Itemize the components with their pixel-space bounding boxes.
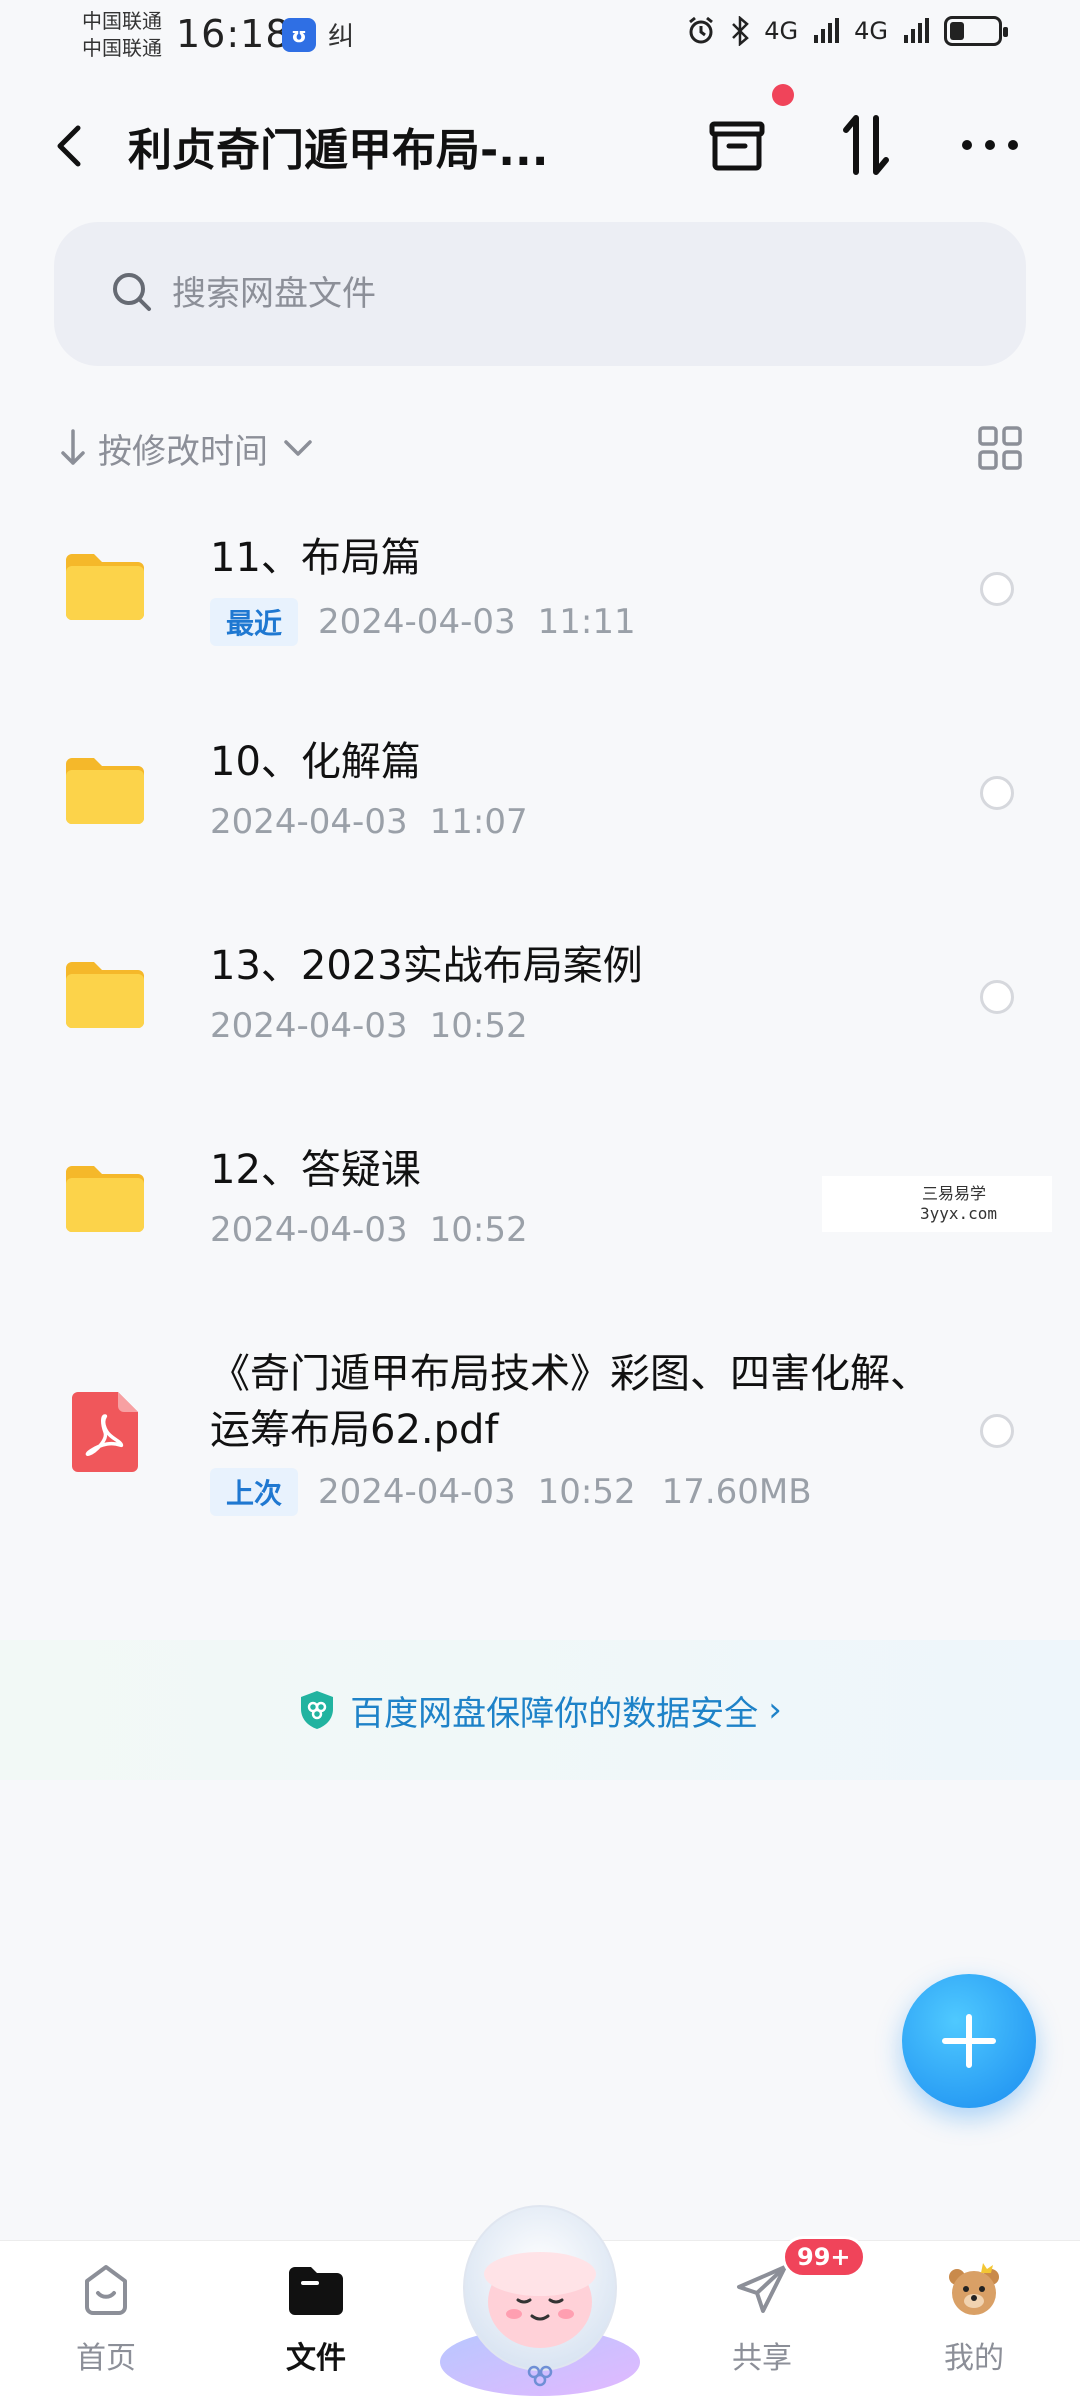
status-bar: 中国联通 中国联通 16:18 ʊ 纠 4G 4G [0, 0, 1080, 70]
select-radio[interactable] [980, 1414, 1014, 1448]
pdf-file-icon [72, 1392, 138, 1472]
archive-box-icon[interactable] [702, 110, 772, 180]
share-count-badge: 99+ [782, 2236, 866, 2278]
file-name: 11、布局篇 [210, 535, 421, 581]
chevron-right-icon: › [768, 1690, 782, 1730]
security-text: 百度网盘保障你的数据安全 [350, 1693, 759, 1734]
add-button[interactable] [902, 1974, 1036, 2108]
bear-avatar-icon [949, 2263, 999, 2315]
file-meta: 上次 2024-04-03 10:52 17.60MB [210, 1468, 812, 1516]
page-title: 利贞奇门遁甲布局-... [128, 125, 549, 176]
nav-me[interactable]: 我的 [904, 2259, 1044, 2389]
status-indicators: 4G 4G [686, 16, 1008, 46]
watermark: 三易易学 3yyx.com [822, 1176, 1052, 1232]
network-type-2: 4G [854, 17, 888, 45]
file-date: 2024-04-03 [210, 1006, 408, 1046]
chevron-down-icon [284, 440, 312, 456]
transfer-sort-icon[interactable] [832, 110, 902, 180]
shield-icon [301, 1691, 334, 1729]
file-date: 2024-04-03 [318, 602, 516, 642]
carrier-2: 中国联通 [82, 36, 162, 60]
notification-dot [772, 84, 794, 106]
file-time: 10:52 [429, 1210, 528, 1250]
more-options-icon[interactable] [955, 110, 1025, 180]
folder-icon [66, 554, 144, 620]
folder-icon [66, 962, 144, 1028]
file-meta: 2024-04-03 10:52 [210, 1210, 528, 1250]
select-radio[interactable] [980, 776, 1014, 810]
file-row[interactable]: 11、布局篇 最近 2024-04-03 11:11 [0, 500, 1080, 704]
file-name: 10、化解篇 [210, 739, 421, 785]
nav-me-label: 我的 [944, 2341, 1004, 2376]
sort-selector[interactable]: 按修改时间 [58, 418, 316, 478]
paper-plane-icon [737, 2265, 787, 2313]
folder-filled-icon [289, 2267, 343, 2315]
file-meta: 最近 2024-04-03 11:11 [210, 598, 636, 646]
sort-label: 按修改时间 [98, 431, 268, 472]
file-row[interactable]: 13、2023实战布局案例 2024-04-03 10:52 [0, 908, 1080, 1112]
search-input[interactable] [172, 222, 972, 366]
nav-files-label: 文件 [286, 2341, 346, 2376]
file-meta: 2024-04-03 10:52 [210, 1006, 528, 1046]
file-date: 2024-04-03 [318, 1472, 516, 1512]
nav-files[interactable]: 文件 [246, 2259, 386, 2389]
file-time: 10:52 [537, 1472, 636, 1512]
security-banner[interactable]: 百度网盘保障你的数据安全 › [0, 1640, 1080, 1780]
bluetooth-icon [732, 16, 750, 46]
file-meta: 2024-04-03 11:07 [210, 802, 528, 842]
mascot-icon[interactable] [430, 2176, 650, 2396]
top-bar: 利贞奇门遁甲布局-... [0, 90, 1080, 200]
search-bar[interactable] [54, 222, 1026, 366]
network-type-1: 4G [764, 17, 799, 45]
select-radio[interactable] [980, 572, 1014, 606]
battery-icon [944, 16, 1008, 46]
search-icon [113, 273, 151, 311]
nav-share[interactable]: 共享 [692, 2259, 832, 2389]
file-time: 11:11 [537, 602, 636, 642]
signal-icon [814, 18, 840, 43]
recent-tag: 最近 [210, 598, 299, 646]
file-date: 2024-04-03 [210, 1210, 408, 1250]
select-radio[interactable] [980, 980, 1014, 1014]
notification-app-icon: ʊ [282, 18, 316, 52]
nav-home[interactable]: 首页 [36, 2259, 176, 2389]
file-name: 13、2023实战布局案例 [210, 943, 643, 989]
plus-icon [942, 2014, 996, 2068]
file-time: 11:07 [429, 802, 528, 842]
folder-icon [66, 758, 144, 824]
watermark-line-2: 3yyx.com [920, 1204, 998, 1223]
file-name: 《奇门遁甲布局技术》彩图、四害化解、运筹布局62.pdf [210, 1351, 930, 1453]
file-size: 17.60MB [661, 1472, 812, 1512]
grid-view-icon[interactable] [976, 424, 1024, 472]
last-opened-tag: 上次 [210, 1468, 299, 1516]
folder-icon [66, 1166, 144, 1232]
watermark-line-1: 三易易学 [922, 1184, 987, 1203]
signal-icon [904, 18, 929, 43]
file-date: 2024-04-03 [210, 802, 408, 842]
nav-home-label: 首页 [76, 2341, 136, 2376]
file-time: 10:52 [429, 1006, 528, 1046]
file-row[interactable]: 《奇门遁甲布局技术》彩图、四害化解、运筹布局62.pdf 上次 2024-04-… [0, 1316, 1080, 1566]
alarm-icon [689, 16, 714, 44]
back-arrow-icon[interactable] [48, 120, 92, 172]
home-icon [85, 2265, 127, 2315]
carrier-1: 中国联通 [82, 9, 162, 33]
arrow-down-icon [61, 429, 85, 465]
status-time: 16:18 [176, 12, 291, 56]
nav-share-label: 共享 [732, 2341, 792, 2376]
carrier-labels: 中国联通 中国联通 [82, 8, 162, 62]
notification-glyph: 纠 [328, 22, 355, 52]
file-row[interactable]: 10、化解篇 2024-04-03 11:07 [0, 704, 1080, 908]
